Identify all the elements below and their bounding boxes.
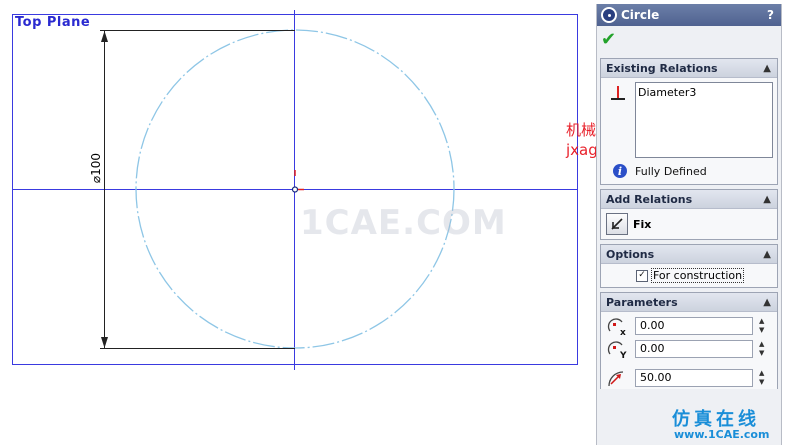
radius-icon (608, 370, 624, 386)
options-title: Options (606, 247, 655, 261)
center-x-spinner[interactable]: ▲ ▼ (759, 317, 769, 335)
collapse-icon[interactable]: ▲ (763, 63, 771, 74)
center-y-input[interactable] (635, 339, 753, 358)
check-icon[interactable]: ✔ (601, 31, 616, 49)
center-y-icon: Y (607, 340, 627, 359)
add-relations-title: Add Relations (606, 192, 693, 206)
fix-relation-label[interactable]: Fix (633, 218, 651, 231)
fix-relation-button[interactable] (606, 213, 628, 235)
property-manager-title: Circle (621, 8, 660, 22)
center-y-spinner[interactable]: ▲ ▼ (759, 340, 769, 358)
center-point[interactable] (291, 186, 299, 193)
collapse-icon[interactable]: ▲ (763, 297, 771, 308)
dimension-arrow-top (101, 31, 108, 42)
parameters-header[interactable]: Parameters ▲ (601, 293, 777, 312)
options-header[interactable]: Options ▲ (601, 245, 777, 264)
diameter-dimension-label[interactable]: ⌀100 (76, 153, 116, 183)
plane-label: Top Plane (15, 15, 91, 30)
property-manager: Circle ? ✔ Existing Relations ▲ Diameter… (596, 4, 782, 445)
center-x-input[interactable] (635, 316, 753, 335)
status-text: Fully Defined (635, 164, 707, 178)
existing-relations-title: Existing Relations (606, 61, 718, 75)
svg-text:Y: Y (619, 351, 627, 359)
existing-relations-header[interactable]: Existing Relations ▲ (601, 59, 777, 78)
relations-icon (609, 84, 627, 102)
parameters-group: Parameters ▲ x ▲▼ Y ▲▼ (600, 292, 778, 389)
watermark-bottom-url: www.1CAE.com (674, 428, 770, 441)
add-relations-body: Fix (601, 209, 777, 239)
options-body: ✓ For construction (601, 264, 777, 287)
help-icon[interactable]: ? (767, 8, 774, 22)
param-row-radius: ▲▼ (601, 366, 777, 389)
list-item[interactable]: Diameter3 (638, 86, 770, 99)
watermark-center: 1CAE.COM (300, 203, 507, 243)
dimension-arrow-bottom (101, 337, 108, 348)
center-x-icon: x (607, 317, 626, 336)
existing-relations-group: Existing Relations ▲ Diameter3 i Fully D… (600, 58, 778, 185)
param-row-center-x: x ▲▼ (601, 314, 777, 337)
relations-status: i Fully Defined (601, 164, 777, 184)
parameters-title: Parameters (606, 295, 678, 309)
for-construction-label[interactable]: For construction (651, 268, 745, 283)
sketch-canvas[interactable]: Top Plane ⌀100 1CAE.COM 机械时代网 jxage.com (0, 0, 644, 445)
collapse-icon[interactable]: ▲ (763, 194, 771, 205)
add-relations-group: Add Relations ▲ Fix (600, 189, 778, 240)
radius-input[interactable] (635, 368, 753, 387)
options-group: Options ▲ ✓ For construction (600, 244, 778, 288)
info-icon: i (613, 164, 627, 178)
for-construction-checkbox[interactable]: ✓ (636, 269, 648, 282)
radius-spinner[interactable]: ▲ ▼ (759, 369, 769, 387)
add-relations-header[interactable]: Add Relations ▲ (601, 190, 777, 209)
relations-list[interactable]: Diameter3 (635, 82, 773, 158)
ok-row: ✔ (597, 26, 781, 54)
svg-text:x: x (620, 328, 626, 336)
fix-icon (611, 218, 623, 230)
circle-tool-icon (601, 7, 617, 23)
param-row-center-y: Y ▲▼ (601, 337, 777, 360)
collapse-icon[interactable]: ▲ (763, 249, 771, 260)
existing-relations-body: Diameter3 (601, 78, 777, 164)
property-manager-title-bar: Circle ? (597, 4, 781, 26)
